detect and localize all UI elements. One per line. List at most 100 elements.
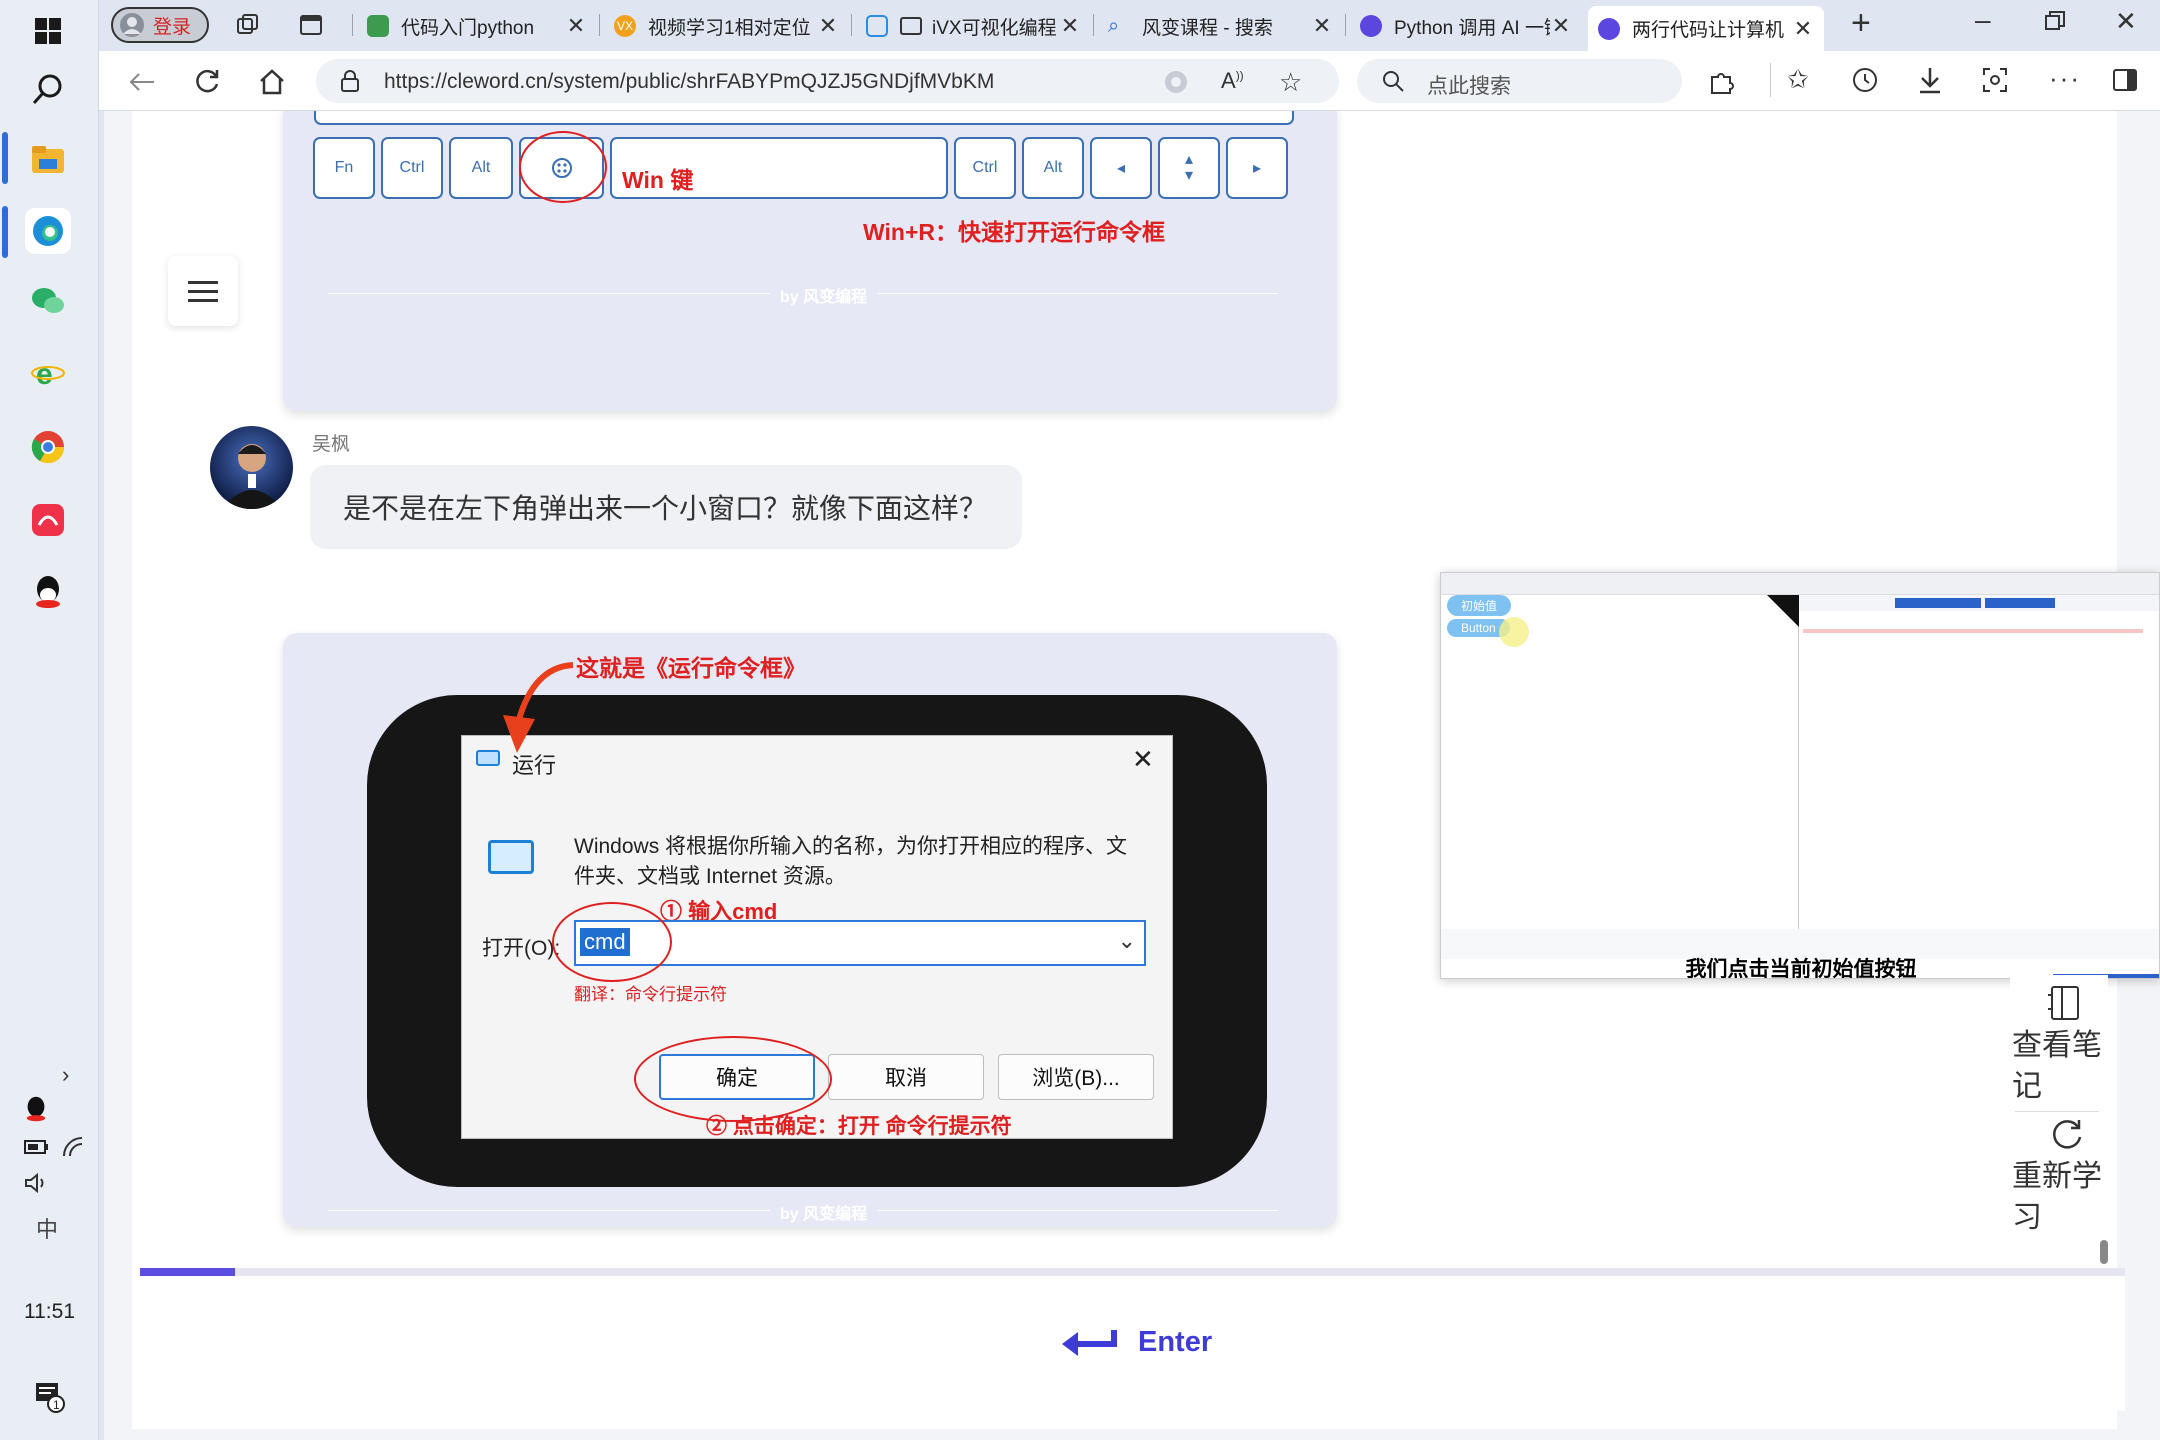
close-window-button[interactable]: ✕: [2115, 6, 2137, 37]
extensions-icon[interactable]: [1708, 67, 1736, 100]
app-red-icon[interactable]: [25, 497, 71, 543]
history-icon[interactable]: [1851, 66, 1879, 99]
close-icon[interactable]: ✕: [565, 13, 587, 39]
restore-button[interactable]: [2044, 10, 2066, 37]
key-up-down: ▴ ▾: [1158, 137, 1220, 199]
tab-python-ai[interactable]: Python 调用 AI 一键 ✕: [1350, 7, 1582, 45]
menu-button[interactable]: [168, 256, 238, 326]
screenshot-icon[interactable]: [1981, 66, 2009, 99]
scrollbar-thumb[interactable]: [2100, 1240, 2108, 1264]
active-indicator: [2, 206, 8, 258]
shortcut-note: Win+R：快速打开运行命令框: [863, 219, 1165, 245]
favorite-star-icon[interactable]: ☆: [1279, 67, 1302, 98]
cmd-highlight: [552, 902, 672, 982]
clock[interactable]: 11:51: [0, 1300, 99, 1324]
run-dialog-image-card: 运行 ✕ Windows 将根据你所输入的名称，为你打开相应的程序、文件夹、文档…: [283, 633, 1337, 1227]
win-key-label: Win 键: [622, 167, 694, 193]
minimize-button[interactable]: –: [1975, 4, 1991, 36]
run-dialog-title-note: 这就是《运行命令框》: [576, 655, 806, 681]
sidebar-toggle-icon[interactable]: [2112, 68, 2138, 97]
step2-note: ② 点击确定：打开 命令行提示符: [706, 1115, 1012, 1138]
devtools-toolbar: [1799, 595, 2159, 611]
tab-bar: 登录 代码入门python ✕ VX 视频学习1相对定位 ✕ iVX可视化编程 …: [99, 0, 2160, 51]
notes-icon[interactable]: [2048, 985, 2082, 1026]
svg-text:e: e: [36, 358, 53, 390]
lock-icon[interactable]: [340, 70, 360, 97]
tab-active-lesson[interactable]: 两行代码让计算机 ✕: [1588, 6, 1824, 51]
chat-bubble: 是不是在左下角弹出来一个小窗口？就像下面这样？: [310, 465, 1022, 549]
search-box[interactable]: 点此搜索: [1357, 59, 1682, 103]
view-notes-button[interactable]: 查看笔记: [2010, 1025, 2108, 1107]
dialog-description: Windows 将根据你所输入的名称，为你打开相应的程序、文件夹、文档或 Int…: [574, 835, 1128, 888]
key-alt: Alt: [449, 137, 513, 199]
read-aloud-icon[interactable]: A)): [1221, 68, 1244, 94]
tab-preview-icon: [900, 17, 922, 35]
key-fn: Fn: [313, 137, 375, 199]
search-icon[interactable]: [25, 66, 71, 112]
edge-browser-icon[interactable]: [25, 208, 71, 254]
search-placeholder: 点此搜索: [1427, 75, 1511, 98]
qq-tray-icon[interactable]: [24, 1096, 48, 1127]
ie-browser-icon[interactable]: e: [25, 350, 71, 396]
home-button[interactable]: [253, 63, 291, 101]
back-button[interactable]: [123, 63, 161, 101]
new-tab-button[interactable]: +: [1851, 4, 1871, 43]
workspaces-icon[interactable]: [235, 12, 261, 43]
credit-text: by 风变编程: [770, 1200, 878, 1224]
enter-arrow-icon: [1062, 1329, 1117, 1356]
wechat-icon[interactable]: [25, 278, 71, 324]
search-icon: [1381, 69, 1405, 98]
profile-button[interactable]: 登录: [111, 7, 209, 43]
tab-search-course[interactable]: ⌕ 风变课程 - 搜索 ✕: [1098, 7, 1343, 45]
input-method-icon[interactable]: 中: [36, 1212, 58, 1244]
side-panel: 查看笔记 重新学习: [2010, 975, 2108, 1245]
battery-icon[interactable]: [24, 1138, 50, 1161]
ivx-icon: [866, 15, 888, 37]
close-icon[interactable]: ✕: [817, 13, 839, 39]
translate-icon[interactable]: [1163, 69, 1189, 100]
tab-code-python[interactable]: 代码入门python ✕: [357, 7, 597, 45]
tab-video-learning[interactable]: VX 视频学习1相对定位 ✕: [604, 7, 849, 45]
key-alt-right: Alt: [1022, 137, 1084, 199]
taskbar: e › 中 11:51 1: [0, 0, 99, 1440]
favorites-icon[interactable]: ✩: [1787, 64, 1809, 95]
more-menu-icon[interactable]: ···: [2049, 63, 2081, 94]
key-left: ◂: [1090, 137, 1152, 199]
close-icon[interactable]: ✕: [1059, 13, 1081, 39]
key-right: ▸: [1226, 137, 1288, 199]
refresh-icon[interactable]: [2050, 1117, 2084, 1156]
keyboard-image-card: Fn Ctrl Alt Win 键 Ctrl Alt ◂ ▴ ▾ ▸ Win+R…: [283, 111, 1337, 411]
windows-start-icon[interactable]: [25, 8, 71, 54]
wifi-icon[interactable]: [62, 1136, 84, 1163]
url-text: https://cleword.cn/system/public/shrFABY…: [384, 70, 995, 93]
close-icon[interactable]: ✕: [1311, 13, 1333, 39]
volume-icon[interactable]: [24, 1172, 50, 1199]
devtools-error-line: [1803, 629, 2143, 633]
enter-button[interactable]: Enter: [1060, 1326, 1212, 1359]
relearn-button[interactable]: 重新学习: [2010, 1156, 2108, 1238]
chevron-down-icon: ⌄: [1117, 928, 1136, 953]
address-bar[interactable]: https://cleword.cn/system/public/shrFABY…: [316, 59, 1339, 103]
avatar: [210, 426, 293, 509]
ai-icon: [1598, 17, 1620, 40]
mini-video-player[interactable]: 初始值 Button 我们点击当前初始值按钮: [1440, 572, 2160, 979]
profile-icon: [120, 13, 144, 37]
download-icon[interactable]: [1917, 65, 1943, 100]
chevron-right-icon[interactable]: ›: [62, 1062, 69, 1088]
refresh-button[interactable]: [188, 63, 226, 101]
hamburger-icon: [188, 281, 218, 302]
vx-icon: VX: [614, 15, 636, 37]
notification-icon[interactable]: 1: [34, 1380, 68, 1419]
tab-actions-icon[interactable]: [298, 12, 324, 43]
enter-label: Enter: [1138, 1326, 1213, 1358]
credit-text: by 风变编程: [770, 283, 878, 307]
lesson-progress-bar: [140, 1268, 2125, 1276]
tab-ivx[interactable]: iVX可视化编程 ✕: [856, 7, 1091, 45]
file-explorer-icon[interactable]: [25, 137, 71, 183]
qq-icon[interactable]: [25, 569, 71, 615]
win-key-highlight: [519, 131, 607, 203]
close-icon[interactable]: ✕: [1550, 13, 1572, 39]
chrome-icon[interactable]: [25, 424, 71, 470]
close-icon[interactable]: ✕: [1792, 16, 1814, 42]
cancel-button: 取消: [828, 1054, 984, 1100]
